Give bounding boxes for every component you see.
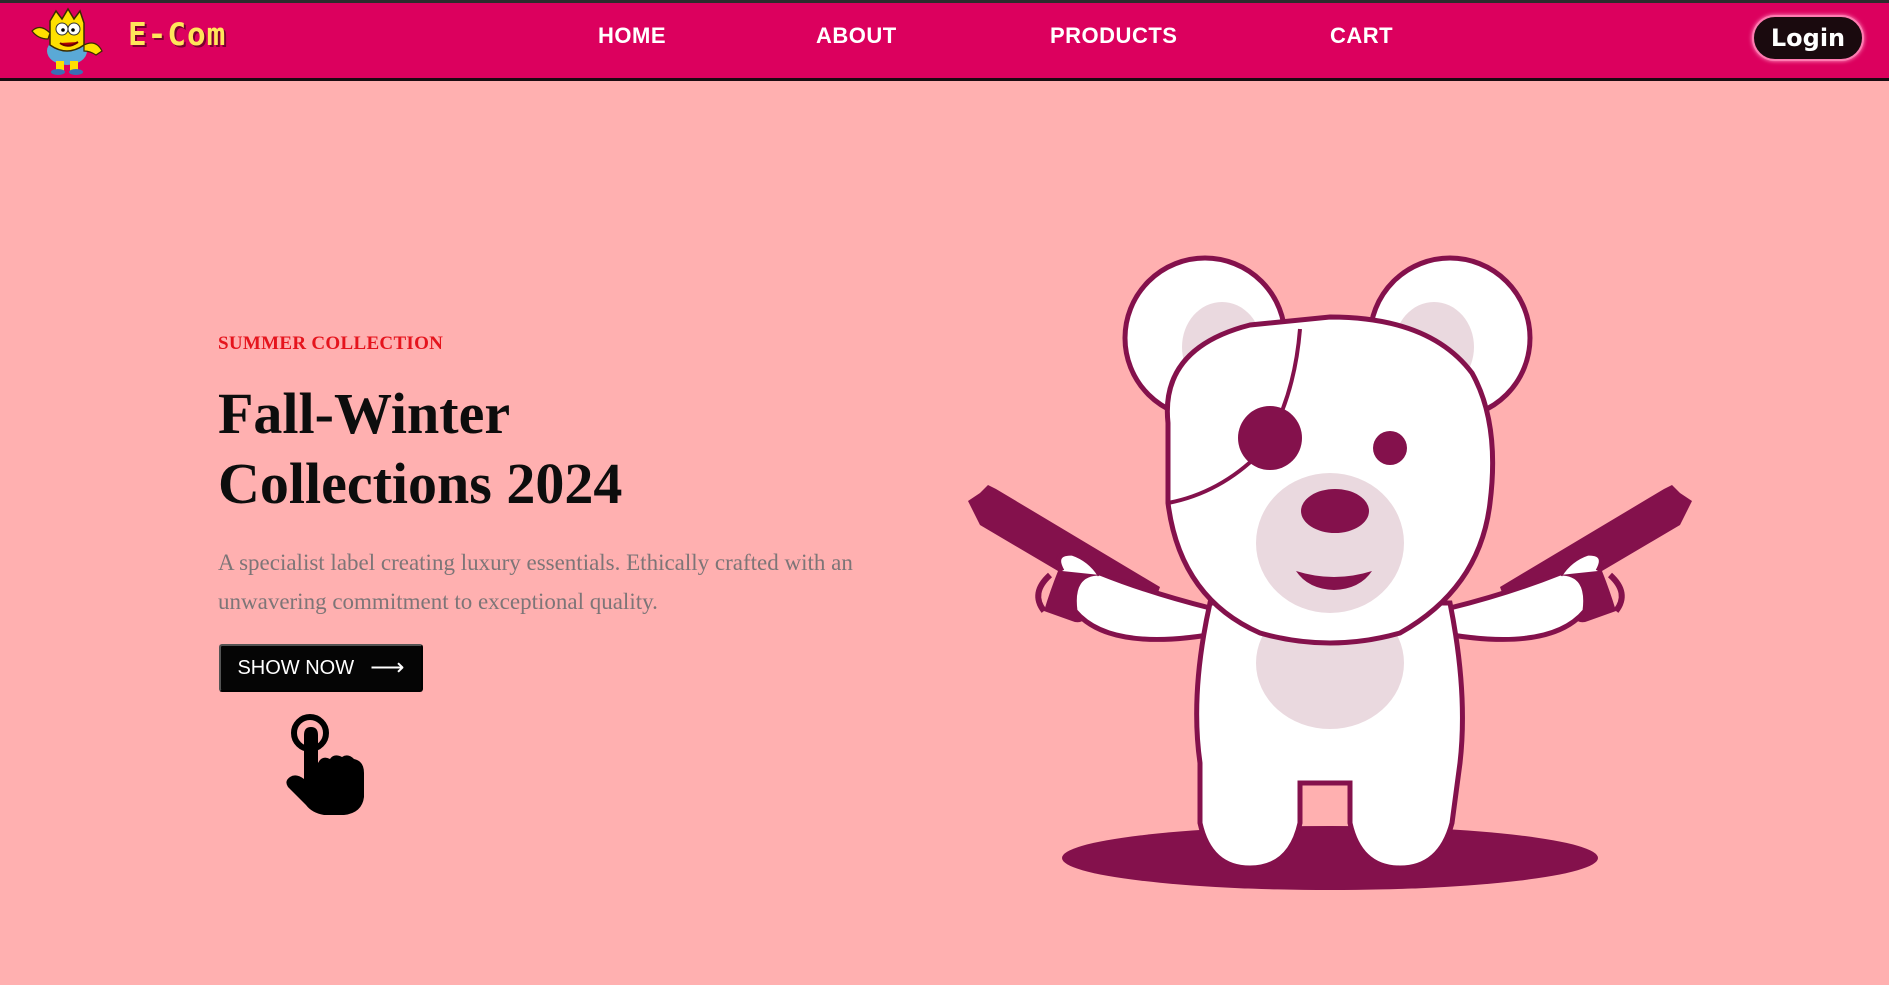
nav-link-about[interactable]: ABOUT [816, 23, 897, 49]
teddy-bear-illustration [968, 255, 1692, 890]
pointing-hand-icon [286, 714, 364, 815]
nav-link-home[interactable]: HOME [598, 23, 666, 49]
nav-link-cart[interactable]: CART [1330, 23, 1393, 49]
hero-headline-line2: Collections 2024 [218, 451, 623, 516]
navbar: E-Com HOME ABOUT PRODUCTS CART Login [0, 3, 1889, 81]
nav-link-products[interactable]: PRODUCTS [1050, 23, 1177, 49]
hero-eyebrow: SUMMER COLLECTION [218, 333, 444, 354]
logo-icon[interactable] [26, 5, 108, 81]
show-now-label: SHOW NOW [237, 656, 355, 679]
hero-description: A specialist label creating luxury essen… [218, 550, 853, 614]
hero-headline: Fall-Winter Collections 2024 [218, 379, 778, 519]
show-now-button[interactable]: SHOW NOW ⟶ [219, 644, 423, 692]
page: E-Com HOME ABOUT PRODUCTS CART Login SUM… [0, 0, 1889, 985]
hero-headline-line1: Fall-Winter [218, 381, 511, 446]
login-button[interactable]: Login [1752, 15, 1864, 61]
brand-name[interactable]: E-Com [128, 17, 226, 53]
arrow-right-icon: ⟶ [370, 654, 405, 681]
